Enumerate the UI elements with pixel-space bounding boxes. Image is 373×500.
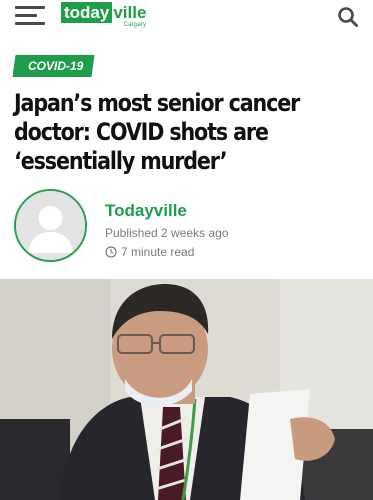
author-avatar[interactable] [14, 189, 87, 262]
logo-text-main: today [61, 2, 113, 23]
read-time: 7 minute read [105, 245, 194, 259]
clock-icon [105, 246, 117, 258]
top-bar: today ville Calgary [0, 0, 373, 34]
article-headline: Japan’s most senior cancer doctor: COVID… [14, 89, 300, 175]
read-time-label: 7 minute read [121, 245, 195, 259]
search-icon[interactable] [337, 6, 359, 28]
site-logo[interactable]: today ville Calgary [61, 2, 146, 30]
category-badge[interactable]: COVID-19 [12, 55, 95, 77]
hamburger-menu-icon[interactable] [15, 6, 45, 26]
logo-text-accent: ville [113, 3, 147, 22]
man-at-hearing-photo [0, 279, 373, 500]
logo-subtitle: Calgary [123, 22, 147, 28]
published-date: Published 2 weeks ago [105, 226, 229, 240]
article-featured-image[interactable] [0, 279, 373, 500]
user-placeholder-icon [16, 191, 85, 260]
category-label: COVID-19 [28, 59, 84, 73]
author-name[interactable]: Todayville [105, 201, 187, 221]
